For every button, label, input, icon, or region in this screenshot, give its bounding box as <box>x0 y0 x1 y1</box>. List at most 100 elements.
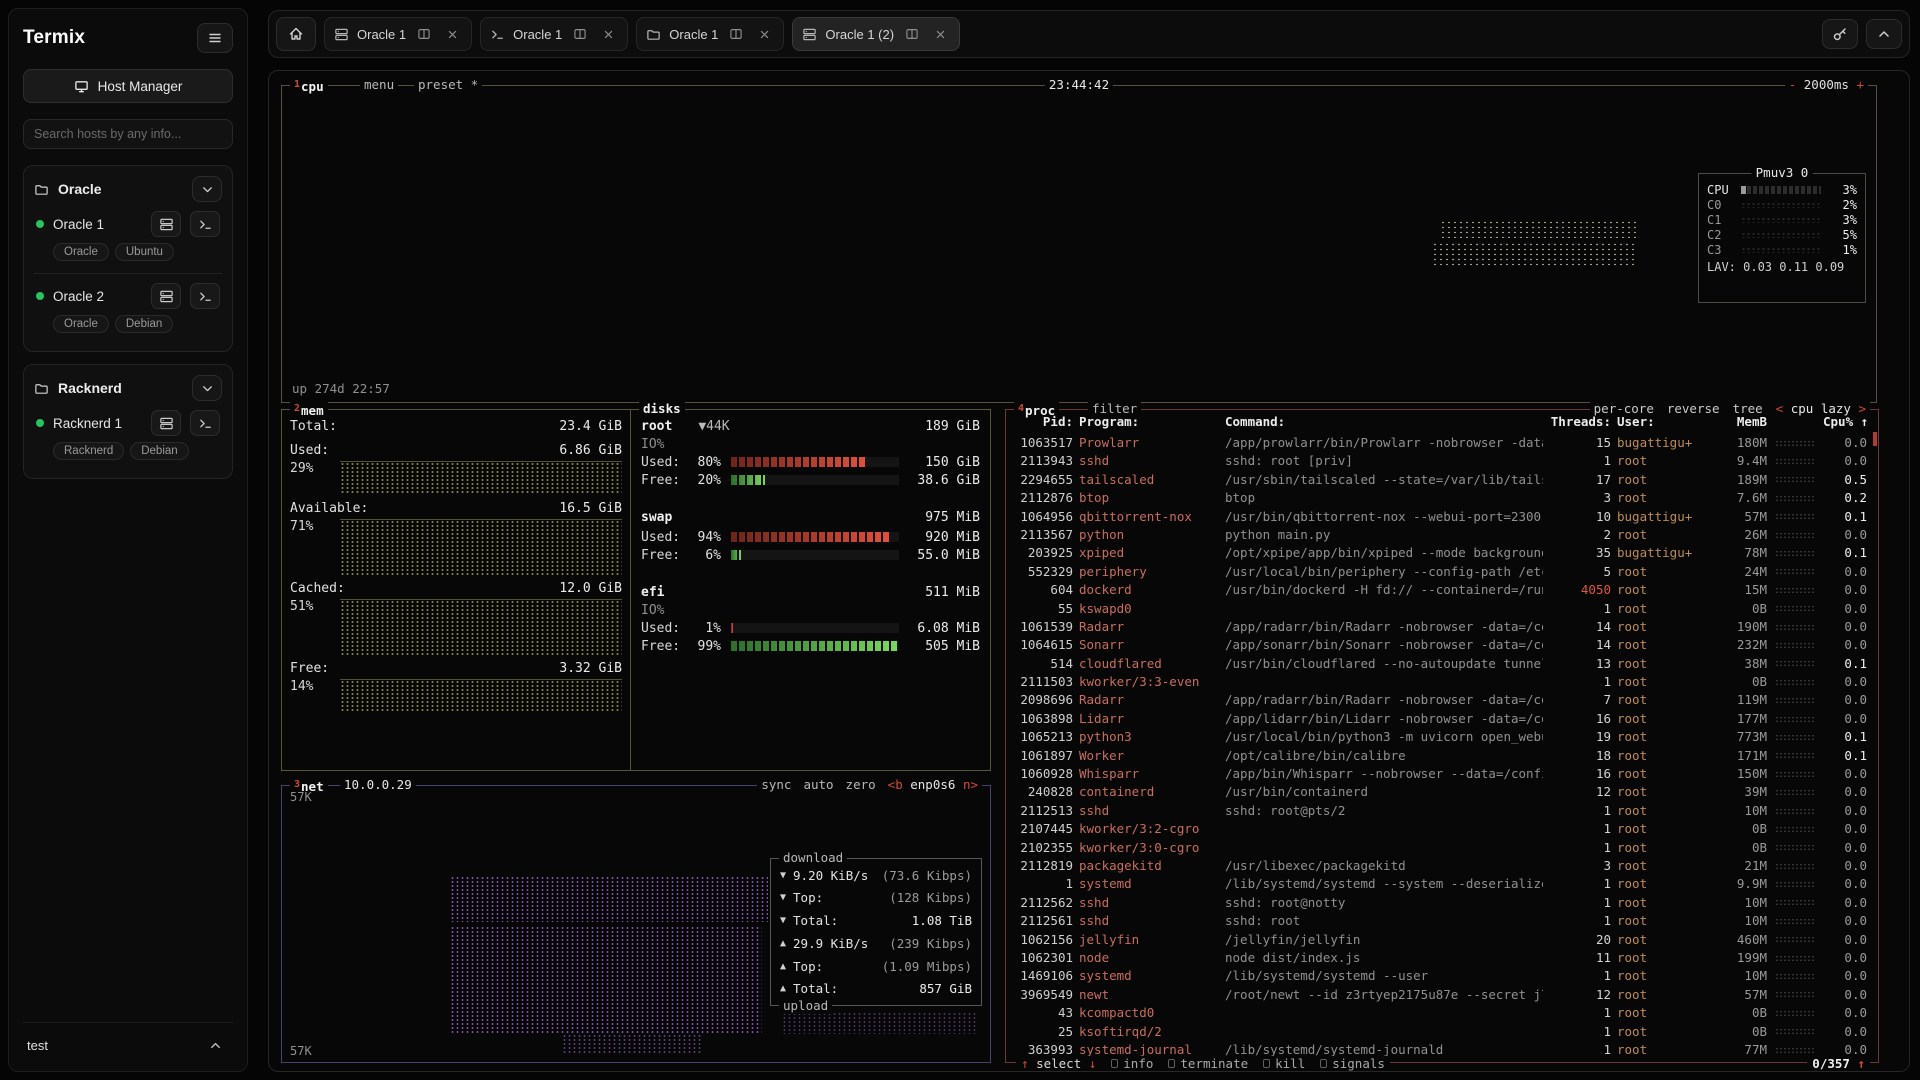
process-row[interactable]: 2111503kworker/3:3-even1root0B0.0 <box>1013 673 1871 691</box>
process-row[interactable]: 2098696Radarr/app/radarr/bin/Radarr -nob… <box>1013 691 1871 709</box>
host-group-header[interactable]: Oracle <box>34 176 222 202</box>
snippets-label: test <box>27 1038 48 1053</box>
close-tab-button[interactable] <box>442 24 462 44</box>
process-row[interactable]: 1063898Lidarr/app/lidarr/bin/Lidarr -nob… <box>1013 710 1871 728</box>
process-row[interactable]: 1systemd/lib/systemd/systemd --system --… <box>1013 875 1871 893</box>
disk-meter-value: 150 GiB <box>925 455 980 470</box>
close-tab-button[interactable] <box>930 24 950 44</box>
process-row[interactable]: 1061897Worker/opt/calibre/bin/calibre18r… <box>1013 747 1871 765</box>
process-row[interactable]: 2107445kworker/3:2-cgro1root0B0.0 <box>1013 820 1871 838</box>
proc-scrollbar[interactable] <box>1873 432 1877 446</box>
process-row[interactable]: 2113943sshdsshd: root [priv]1root9.4M0.0 <box>1013 452 1871 470</box>
process-program: node <box>1079 949 1219 967</box>
proc-action-kill[interactable]: kill <box>1263 1056 1305 1071</box>
process-row[interactable]: 1063517Prowlarr/app/prowlarr/bin/Prowlar… <box>1013 434 1871 452</box>
process-cpu: 0.0 <box>1823 1023 1867 1041</box>
interval-control[interactable]: - 2000ms + <box>1785 77 1868 93</box>
split-tab-button[interactable] <box>726 24 746 44</box>
process-row[interactable]: 2112513sshdsshd: root@pts/21root10M0.0 <box>1013 802 1871 820</box>
process-row[interactable]: 1060928Whisparr/app/bin/Whisparr --nobro… <box>1013 765 1871 783</box>
terminal-view[interactable]: 1cpu menu preset * 23:44:42 - 2000ms + u… <box>268 70 1910 1072</box>
process-row[interactable]: 1062301nodenode dist/index.js11root199M0… <box>1013 949 1871 967</box>
process-row[interactable]: 2112562sshdsshd: root@notty1root10M0.0 <box>1013 894 1871 912</box>
group-name: Racknerd <box>58 380 122 396</box>
process-row[interactable]: 552329periphery/usr/local/bin/periphery … <box>1013 563 1871 581</box>
group-collapse-button[interactable] <box>192 176 222 202</box>
process-row[interactable]: 1064956qbittorrent-nox/usr/bin/qbittorre… <box>1013 508 1871 526</box>
close-tab-button[interactable] <box>598 24 618 44</box>
process-cpu: 0.0 <box>1823 820 1867 838</box>
host-terminal-button[interactable] <box>190 211 220 237</box>
iface-selector[interactable]: <b enp0s6 n> <box>888 777 978 793</box>
terminal-tab[interactable]: Oracle 1 <box>480 17 628 51</box>
host-connect-button[interactable] <box>151 211 181 237</box>
process-row[interactable]: 1064615Sonarr/app/sonarr/bin/Sonarr -nob… <box>1013 636 1871 654</box>
terminal-icon <box>490 27 505 42</box>
monitor-icon <box>74 79 89 94</box>
process-command: /usr/local/bin/python3 -m uvicorn open_w… <box>1225 728 1543 746</box>
process-row[interactable]: 604dockerd/usr/bin/dockerd -H fd:// --co… <box>1013 581 1871 599</box>
process-user: root <box>1617 471 1711 489</box>
process-row[interactable]: 203925xpiped/opt/xpipe/app/bin/xpiped --… <box>1013 544 1871 562</box>
process-cpu: 0.0 <box>1823 931 1867 949</box>
process-cpu: 0.1 <box>1823 747 1867 765</box>
process-row[interactable]: 55kswapd01root0B0.0 <box>1013 600 1871 618</box>
process-row[interactable]: 43kcompactd01root0B0.0 <box>1013 1004 1871 1022</box>
group-collapse-button[interactable] <box>192 375 222 401</box>
split-tab-button[interactable] <box>902 24 922 44</box>
net-toggle-auto[interactable]: auto <box>803 777 833 793</box>
terminal-tab[interactable]: Oracle 1 <box>324 17 472 51</box>
menu-button[interactable]: menu <box>360 77 398 93</box>
process-row[interactable]: 2113567pythonpython main.py2root26M0.0 <box>1013 526 1871 544</box>
process-row[interactable]: 2112561sshdsshd: root1root10M0.0 <box>1013 912 1871 930</box>
host-row[interactable]: Oracle 1 <box>34 202 222 243</box>
collapse-tabbar-button[interactable] <box>1866 19 1902 49</box>
process-cpu-graph <box>1775 532 1815 539</box>
process-row[interactable]: 1065213python3/usr/local/bin/python3 -m … <box>1013 728 1871 746</box>
host-row[interactable]: Racknerd 1 <box>34 401 222 442</box>
host-connect-button[interactable] <box>151 410 181 436</box>
terminal-tab[interactable]: Oracle 1 <box>636 17 784 51</box>
split-tab-button[interactable] <box>570 24 590 44</box>
host-group-header[interactable]: Racknerd <box>34 375 222 401</box>
host-manager-button[interactable]: Host Manager <box>23 69 233 103</box>
sidebar-collapse-button[interactable] <box>197 23 233 53</box>
process-row[interactable]: 2112876btopbtop3root7.6M0.2 <box>1013 489 1871 507</box>
process-row[interactable]: 2112819packagekitd/usr/libexec/packageki… <box>1013 857 1871 875</box>
tab-label: Oracle 1 <box>513 27 562 42</box>
net-toggle-zero[interactable]: zero <box>846 777 876 793</box>
process-row[interactable]: 25ksoftirqd/21root0B0.0 <box>1013 1023 1871 1041</box>
process-pid: 203925 <box>1013 544 1073 562</box>
process-row[interactable]: 1061539Radarr/app/radarr/bin/Radarr -nob… <box>1013 618 1871 636</box>
host-connect-button[interactable] <box>151 283 181 309</box>
snippets-collapse-button[interactable] <box>201 1033 229 1057</box>
home-button[interactable] <box>276 17 316 51</box>
process-row[interactable]: 240828containerd/usr/bin/containerd12roo… <box>1013 783 1871 801</box>
process-row[interactable]: 1062156jellyfin/jellyfin/jellyfin20root4… <box>1013 931 1871 949</box>
proc-action-info[interactable]: info <box>1111 1056 1153 1071</box>
host-search-input[interactable] <box>23 119 233 149</box>
process-row[interactable]: 3969549newt/root/newt --id z3rtyep2175u8… <box>1013 986 1871 1004</box>
net-toggle-sync[interactable]: sync <box>761 777 791 793</box>
process-row[interactable]: 1469106systemd/lib/systemd/systemd --use… <box>1013 967 1871 985</box>
process-row[interactable]: 2294655tailscaled/usr/sbin/tailscaled --… <box>1013 471 1871 489</box>
process-program: packagekitd <box>1079 857 1219 875</box>
split-tab-button[interactable] <box>414 24 434 44</box>
preset-button[interactable]: preset * <box>414 77 482 93</box>
process-user: root <box>1617 1004 1711 1022</box>
host-terminal-button[interactable] <box>190 283 220 309</box>
process-row[interactable]: 514cloudflared/usr/bin/cloudflared --no-… <box>1013 655 1871 673</box>
process-command: sshd: root@pts/2 <box>1225 802 1543 820</box>
admin-button[interactable] <box>1822 19 1858 49</box>
process-cpu: 0.0 <box>1823 691 1867 709</box>
process-row[interactable]: 2102355kworker/3:0-cgro1root0B0.0 <box>1013 839 1871 857</box>
process-threads: 14 <box>1549 618 1611 636</box>
proc-action-signals[interactable]: signals <box>1320 1056 1385 1071</box>
close-tab-button[interactable] <box>754 24 774 44</box>
terminal-tab[interactable]: Oracle 1 (2) <box>792 17 960 51</box>
mem-line: Free:3.32 GiB <box>290 661 622 679</box>
host-terminal-button[interactable] <box>190 410 220 436</box>
proc-action-terminate[interactable]: terminate <box>1168 1056 1248 1071</box>
proc-sort-column[interactable]: Cpu% ↑ <box>1823 414 1867 434</box>
host-row[interactable]: Oracle 2 <box>34 274 222 315</box>
